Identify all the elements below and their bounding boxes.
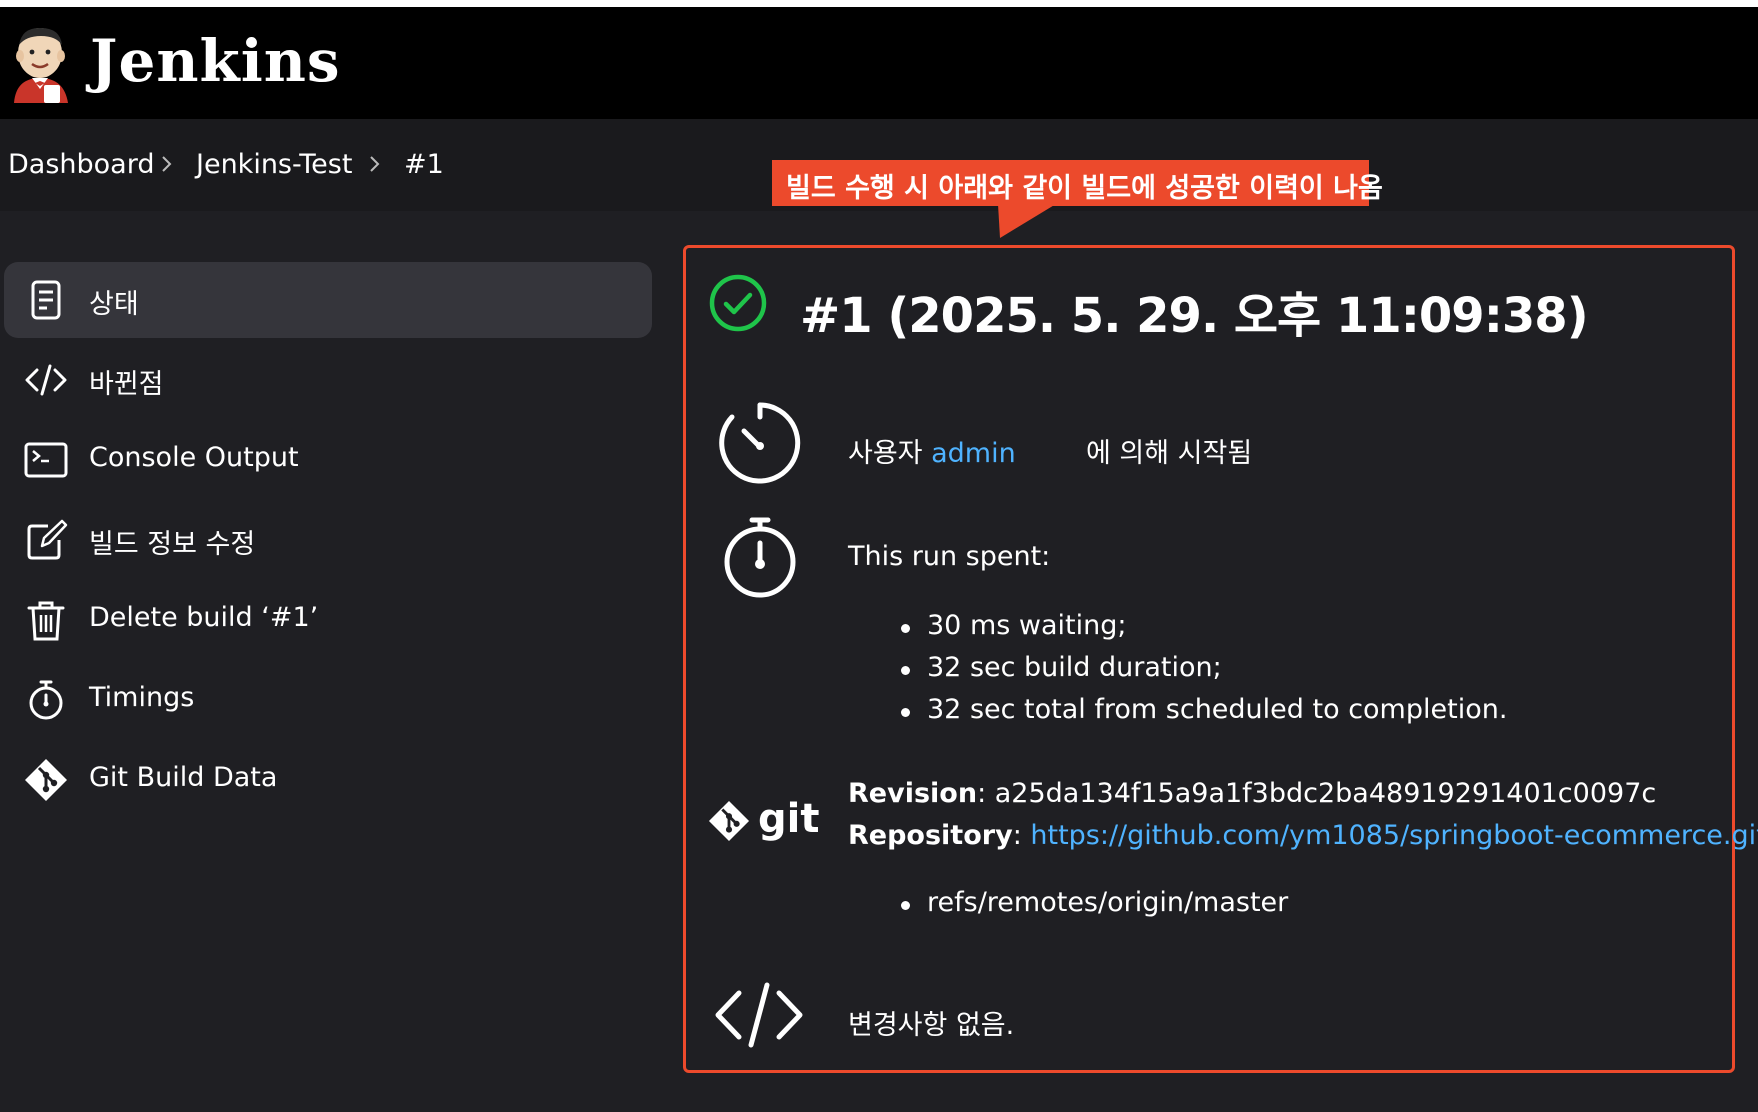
build-title: #1 (2025. 5. 29. 오후 11:09:38) <box>800 288 1589 344</box>
breadcrumb-dashboard[interactable]: Dashboard <box>8 149 154 180</box>
revision-label: Revision <box>848 778 978 809</box>
git-icon <box>708 800 750 842</box>
annotation-callout: 빌드 수행 시 아래와 같이 빌드에 성공한 이력이 나옴 <box>772 160 1383 206</box>
sidebar-item-changes[interactable]: 바뀐점 <box>4 342 652 418</box>
revision-line: Revision: a25da134f15a9a1f3bdc2ba4891929… <box>848 778 1657 809</box>
edit-icon <box>27 519 68 560</box>
terminal-icon <box>24 442 68 478</box>
user-link[interactable]: admin <box>931 438 1016 469</box>
top-stripe <box>0 0 1758 7</box>
sidebar-item-edit-build-info[interactable]: 빌드 정보 수정 <box>4 502 652 578</box>
started-by-text: 사용자 admin <box>848 431 1016 470</box>
git-icon <box>25 759 67 801</box>
git-logo-text: git <box>758 796 820 842</box>
sidebar-item-label: 빌드 정보 수정 <box>89 529 256 560</box>
repository-label: Repository <box>848 820 1013 851</box>
header-bar: Jenkins <box>0 7 1758 119</box>
code-icon <box>25 364 67 396</box>
sidebar-item-delete-build[interactable]: Delete build ‘#1’ <box>4 582 652 658</box>
chevron-right-icon <box>162 156 172 172</box>
sidebar-item-git-build-data[interactable]: Git Build Data <box>4 742 652 818</box>
timing-heading: This run spent: <box>848 541 1051 572</box>
breadcrumb-build[interactable]: #1 <box>404 149 444 180</box>
app-brand[interactable]: Jenkins <box>90 27 341 95</box>
repository-link[interactable]: https://github.com/ym1085/springboot-eco… <box>1030 820 1758 851</box>
document-icon <box>31 280 61 320</box>
sidebar-item-label: Console Output <box>89 442 299 473</box>
trash-icon <box>27 601 65 641</box>
jenkins-logo-icon[interactable] <box>10 23 72 103</box>
list-item: 32 sec build duration; <box>901 652 1507 694</box>
sidebar-item-label: Git Build Data <box>89 762 278 793</box>
sidebar-item-status[interactable]: 상태 <box>4 262 652 338</box>
list-item: 32 sec total from scheduled to completio… <box>901 694 1507 736</box>
refs-list: refs/remotes/origin/master <box>901 887 1288 929</box>
stopwatch-icon <box>724 517 796 598</box>
sidebar-item-label: 바뀐점 <box>89 369 164 400</box>
success-check-icon <box>709 274 767 332</box>
breadcrumb-job[interactable]: Jenkins-Test <box>196 149 352 180</box>
started-by-prefix: 사용자 <box>848 438 923 469</box>
started-by-suffix: 에 의해 시작됨 <box>1086 438 1253 469</box>
sidebar-item-label: 상태 <box>89 289 139 320</box>
sidebar-item-console-output[interactable]: Console Output <box>4 422 652 498</box>
callout-pointer <box>998 204 1056 238</box>
code-icon <box>715 982 803 1048</box>
revision-value: a25da134f15a9a1f3bdc2ba48919291401c0097c <box>994 778 1657 809</box>
clock-icon <box>719 402 801 484</box>
repository-line: Repository: https://github.com/ym1085/sp… <box>848 820 1758 851</box>
build-summary-panel: #1 (2025. 5. 29. 오후 11:09:38) 사용자 admin … <box>683 245 1758 1073</box>
changes-text: 변경사항 없음. <box>848 1010 1015 1041</box>
sidebar-item-label: Timings <box>89 682 195 713</box>
sidebar-item-label: Delete build ‘#1’ <box>89 602 319 633</box>
stopwatch-icon <box>29 680 63 720</box>
list-item: refs/remotes/origin/master <box>901 887 1288 929</box>
chevron-right-icon <box>370 156 380 172</box>
annotation-text: 빌드 수행 시 아래와 같이 빌드에 성공한 이력이 나옴 <box>786 173 1383 204</box>
list-item: 30 ms waiting; <box>901 610 1507 652</box>
sidebar-item-timings[interactable]: Timings <box>4 662 652 738</box>
timing-list: 30 ms waiting; 32 sec build duration; 32… <box>901 610 1507 736</box>
